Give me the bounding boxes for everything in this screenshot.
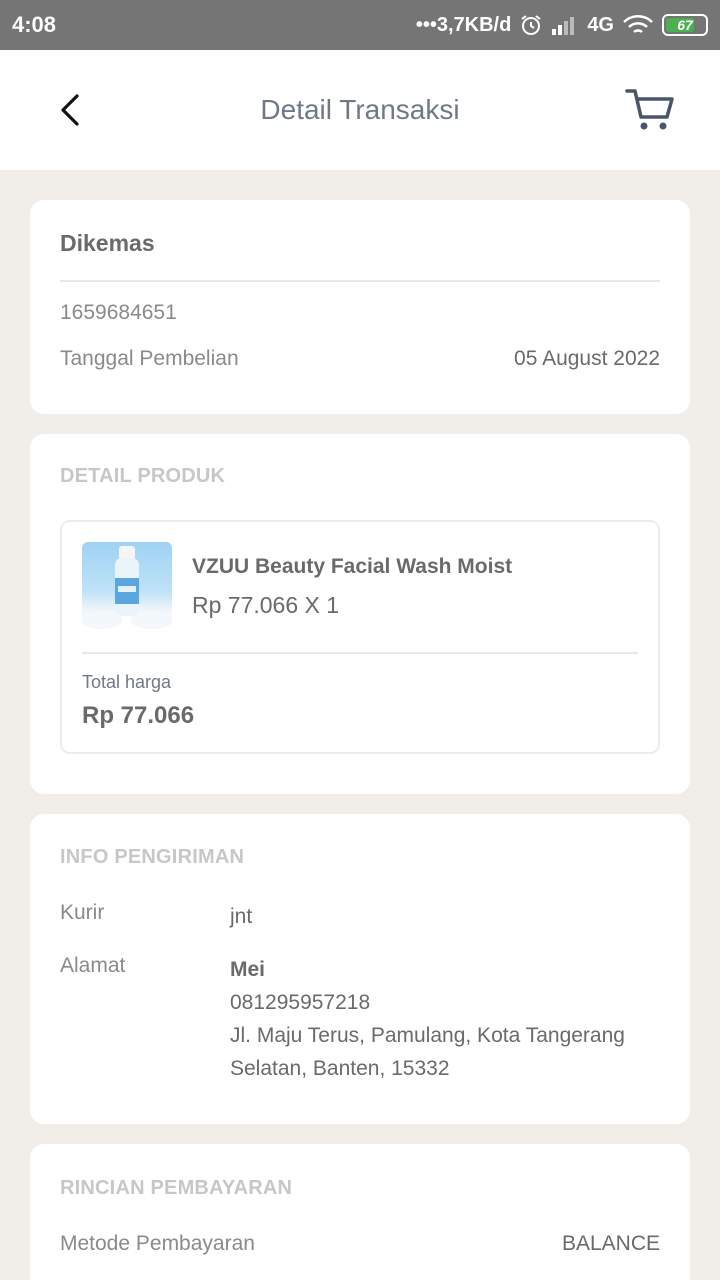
recipient-phone: 081295957218 xyxy=(230,991,371,1014)
purchase-date-row: Tanggal Pembelian 05 August 2022 xyxy=(60,347,660,371)
order-status: Dikemas xyxy=(60,230,155,256)
divider xyxy=(60,280,660,282)
total-price-value: Rp 77.066 xyxy=(82,702,195,729)
product-detail-card: DETAIL PRODUK VZUU Beauty Facial Wash Mo… xyxy=(30,434,690,794)
back-button[interactable] xyxy=(50,90,90,130)
status-icons: •••3,7KB/d 4G 67 xyxy=(416,13,708,37)
purchase-date-value: 05 August 2022 xyxy=(514,347,660,370)
product-image xyxy=(82,542,172,632)
network-speed: •••3,7KB/d xyxy=(415,13,512,36)
status-bar: 4:08 •••3,7KB/d 4G 67 xyxy=(0,0,720,50)
address-line-1: Jl. Maju Terus, Pamulang, Kota Tangerang xyxy=(230,1024,625,1047)
page-title: Detail Transaksi xyxy=(260,94,460,125)
address-block: Mei 081295957218 Jl. Maju Terus, Pamulan… xyxy=(230,953,625,1085)
shipping-info-card: INFO PENGIRIMAN Kurir jnt Alamat Mei 081… xyxy=(30,814,690,1124)
wifi-icon xyxy=(622,14,654,36)
purchase-date-label: Tanggal Pembelian xyxy=(60,347,239,370)
divider xyxy=(82,652,638,654)
product-price-quantity: Rp 77.066 X 1 xyxy=(192,592,340,618)
courier-value: jnt xyxy=(230,905,253,928)
address-line-2: Selatan, Banten, 15332 xyxy=(230,1057,450,1080)
alarm-icon xyxy=(519,13,543,37)
network-type: 4G xyxy=(587,13,614,36)
total-price-label: Total harga xyxy=(82,672,172,692)
courier-label: Kurir xyxy=(60,901,105,924)
battery-level: 67 xyxy=(677,17,693,33)
signal-icon xyxy=(551,15,579,35)
cart-icon xyxy=(625,89,674,130)
payment-method-row: Metode Pembayaran BALANCE xyxy=(60,1232,660,1256)
address-label: Alamat xyxy=(60,954,126,977)
status-time: 4:08 xyxy=(12,12,57,37)
battery-indicator: 67 xyxy=(662,14,708,36)
app-header: Detail Transaksi xyxy=(0,50,720,170)
cart-button[interactable] xyxy=(620,84,680,136)
recipient-name: Mei xyxy=(230,958,266,981)
section-title-shipping: INFO PENGIRIMAN xyxy=(60,846,245,868)
product-item[interactable]: VZUU Beauty Facial Wash Moist Rp 77.066 … xyxy=(60,520,660,754)
order-status-card: Dikemas 1659684651 Tanggal Pembelian 05 … xyxy=(30,200,690,414)
payment-method-label: Metode Pembayaran xyxy=(60,1232,255,1255)
payment-method-value: BALANCE xyxy=(561,1232,660,1255)
section-title-payment: RINCIAN PEMBAYARAN xyxy=(60,1177,293,1199)
order-id: 1659684651 xyxy=(60,301,177,324)
payment-details-card: RINCIAN PEMBAYARAN Metode Pembayaran BAL… xyxy=(30,1144,690,1280)
product-name: VZUU Beauty Facial Wash Moist xyxy=(192,555,513,578)
section-title-product: DETAIL PRODUK xyxy=(60,465,226,487)
chevron-left-icon xyxy=(61,94,79,126)
